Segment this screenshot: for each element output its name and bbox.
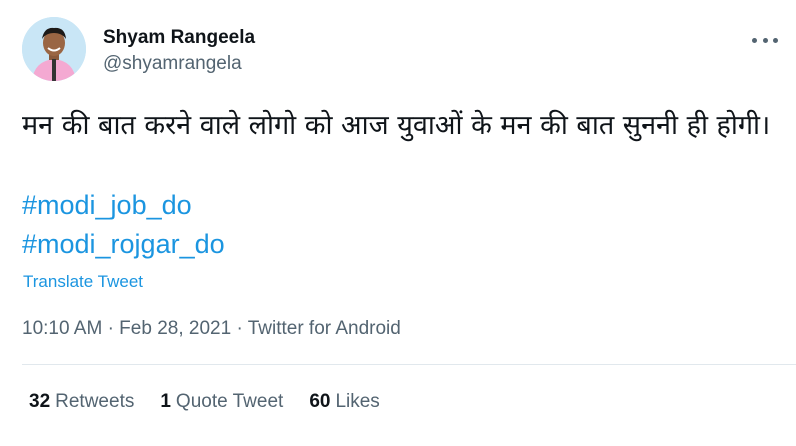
quotes-stat[interactable]: 1 Quote Tweet (160, 391, 283, 413)
dot (773, 37, 778, 43)
quotes-label: Quote Tweet (175, 391, 284, 412)
separator: · (236, 318, 243, 339)
divider (22, 364, 796, 365)
dot (762, 37, 768, 43)
more-options-icon[interactable] (752, 36, 778, 44)
hashtag-link[interactable]: #modi_rojgar_do (22, 229, 225, 260)
translate-tweet-link[interactable]: Translate Tweet (23, 272, 143, 292)
author-name[interactable]: Shyam Rangeela (103, 27, 255, 49)
likes-count: 60 (309, 391, 331, 412)
tweet-text: मन की बात करने वाले लोगो को आज युवाओं के… (22, 110, 771, 141)
separator: · (107, 318, 114, 339)
quotes-count: 1 (160, 391, 171, 412)
tweet-source[interactable]: Twitter for Android (248, 318, 401, 339)
avatar[interactable] (22, 17, 86, 81)
likes-stat[interactable]: 60 Likes (309, 391, 380, 413)
retweets-label: Retweets (55, 391, 135, 412)
retweets-count: 32 (29, 391, 51, 412)
tweet-date[interactable]: Feb 28, 2021 (119, 318, 231, 339)
tweet-meta: 10:10 AM · Feb 28, 2021 · Twitter for An… (22, 318, 401, 340)
profile-photo-icon (22, 17, 86, 81)
hashtag-link[interactable]: #modi_job_do (22, 190, 192, 221)
tweet-stats: 32 Retweets 1 Quote Tweet 60 Likes (29, 391, 406, 413)
retweets-stat[interactable]: 32 Retweets (29, 391, 134, 413)
author-handle[interactable]: @shyamrangela (103, 53, 242, 75)
tweet-time[interactable]: 10:10 AM (22, 318, 102, 339)
dot (752, 37, 757, 43)
likes-label: Likes (335, 391, 380, 412)
